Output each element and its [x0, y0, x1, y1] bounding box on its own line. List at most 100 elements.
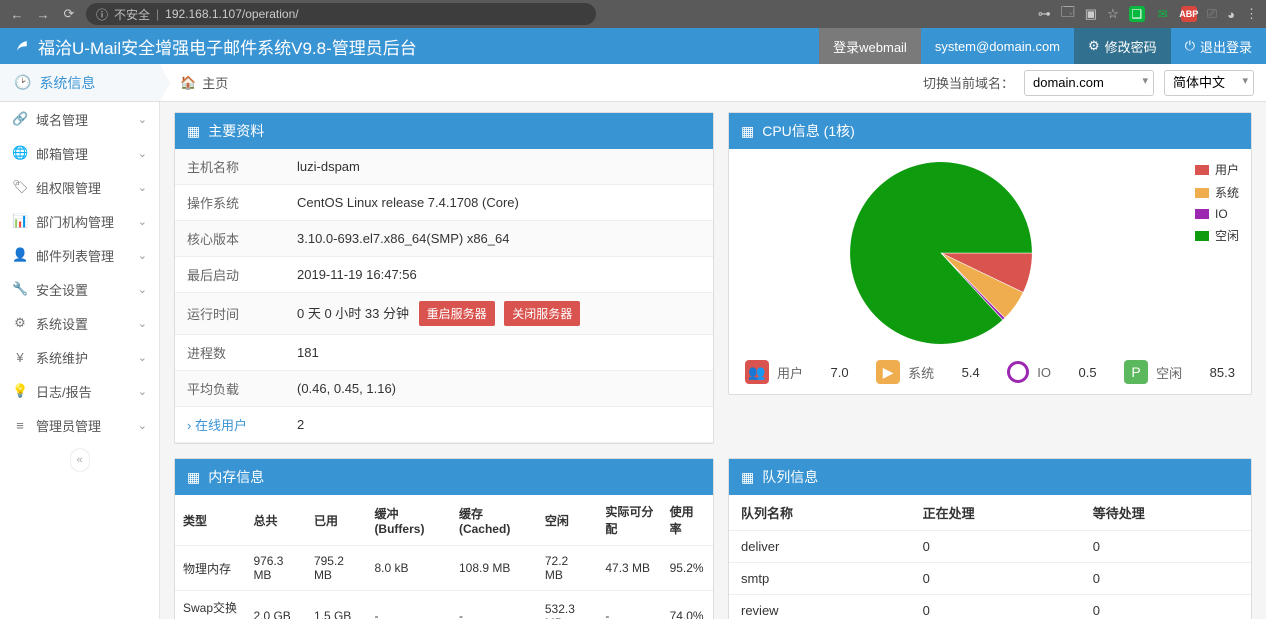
- queue-cell: 0: [1081, 595, 1251, 619]
- cpu-pie-chart: [811, 155, 1071, 350]
- table-row: deliver00: [729, 531, 1251, 563]
- tab-label: 系统信息: [39, 73, 95, 93]
- sidebar-icon: 🌐: [12, 145, 28, 161]
- sidebar-item-5[interactable]: 🔧安全设置⌄: [0, 272, 159, 306]
- sidebar-item-7[interactable]: ¥系统维护⌄: [0, 340, 159, 374]
- login-webmail-button[interactable]: 登录webmail: [819, 28, 921, 64]
- collapse-sidebar-button[interactable]: «: [70, 448, 90, 472]
- chevron-down-icon: ⌄: [138, 283, 147, 296]
- browser-chrome: ← → ⟳ ⓘ 不安全 | 192.168.1.107/operation/ ⊶…: [0, 0, 1266, 28]
- sidebar-item-1[interactable]: 🌐 邮箱管理 ⌄: [0, 136, 159, 170]
- load-value: (0.46, 0.45, 1.16): [285, 371, 713, 407]
- sidebar-item-2[interactable]: 🏷组权限管理⌄: [0, 170, 159, 204]
- mem-cell: 2.0 GB: [245, 591, 306, 619]
- browser-right-icons: ⊶ 🗔 ▣ ☆ ❑ ✉ ABP ⎚ ◕ ⋮: [1038, 3, 1258, 25]
- uptime-label: 运行时间: [175, 293, 285, 335]
- back-icon[interactable]: ←: [8, 7, 26, 22]
- leaf-icon: [14, 35, 32, 58]
- sidebar-item-6[interactable]: ⚙系统设置⌄: [0, 306, 159, 340]
- hostname-label: 主机名称: [175, 149, 285, 185]
- mem-cell: 47.3 MB: [597, 546, 661, 591]
- forward-icon[interactable]: →: [34, 7, 52, 22]
- tab-system-info[interactable]: 🕑 系统信息: [0, 64, 160, 101]
- queue-cell: 0: [911, 595, 1081, 619]
- breadcrumb-home[interactable]: 主页: [202, 73, 228, 92]
- online-users-link[interactable]: 在线用户: [187, 418, 247, 433]
- queue-cell: 0: [911, 563, 1081, 595]
- sidebar-item-label: 系统设置: [36, 314, 88, 333]
- shutdown-server-button[interactable]: 关闭服务器: [504, 301, 580, 326]
- sidebar-icon: 🏷: [12, 179, 28, 195]
- mem-cell: 795.2 MB: [306, 546, 367, 591]
- change-password-button[interactable]: ⚙修改密码: [1074, 28, 1171, 64]
- ext-more-icon[interactable]: ⎚: [1207, 6, 1217, 22]
- mem-header: 已用: [306, 495, 367, 546]
- uptime-value: 0 天 0 小时 33 分钟: [297, 306, 409, 321]
- ext-chat-icon[interactable]: ✉: [1155, 6, 1171, 22]
- menu-dots-icon[interactable]: ⋮: [1245, 6, 1258, 22]
- stat-user-value: 7.0: [831, 365, 849, 380]
- proc-label: 进程数: [175, 335, 285, 371]
- chevron-down-icon: ⌄: [138, 351, 147, 364]
- sidebar-item-9[interactable]: ≡管理员管理⌄: [0, 408, 159, 442]
- swatch-sys: [1195, 188, 1209, 198]
- swatch-io: [1195, 209, 1209, 219]
- star-icon[interactable]: ☆: [1107, 6, 1119, 22]
- kernel-label: 核心版本: [175, 221, 285, 257]
- sub-header: 🕑 系统信息 🏠 主页 切换当前域名： domain.com 简体中文: [0, 64, 1266, 102]
- cpu-legend: 用户 系统 IO 空闲: [1195, 161, 1239, 350]
- domain-select[interactable]: domain.com: [1024, 70, 1154, 96]
- sidebar-item-8[interactable]: 💡日志/报告⌄: [0, 374, 159, 408]
- main-info-panel: ▦主要资料 主机名称luzi-dspam 操作系统CentOS Linux re…: [174, 112, 714, 444]
- idle-icon: P: [1124, 360, 1148, 384]
- stat-io-value: 0.5: [1079, 365, 1097, 380]
- account-button[interactable]: system@domain.com: [921, 28, 1074, 64]
- url-text: 192.168.1.107/operation/: [165, 7, 298, 21]
- chevron-down-icon: ⌄: [138, 419, 147, 432]
- queue-cell: 0: [911, 531, 1081, 563]
- chevron-down-icon: ⌄: [138, 385, 147, 398]
- sidebar-item-label: 域名管理: [36, 110, 88, 129]
- logout-button[interactable]: ⏻退出登录: [1171, 28, 1266, 64]
- sidebar-item-label: 邮件列表管理: [36, 246, 114, 265]
- restart-server-button[interactable]: 重启服务器: [419, 301, 495, 326]
- home-icon[interactable]: 🏠: [180, 75, 196, 91]
- chevron-down-icon: ⌄: [138, 249, 147, 262]
- sidebar-item-label: 部门机构管理: [36, 212, 114, 231]
- sidebar-item-label: 邮箱管理: [36, 144, 88, 163]
- sidebar-item-0[interactable]: 🔗域名管理⌄: [0, 102, 159, 136]
- url-bar[interactable]: ⓘ 不安全 | 192.168.1.107/operation/: [86, 3, 596, 25]
- queue-cell: 0: [1081, 531, 1251, 563]
- avatar-icon[interactable]: ◕: [1227, 7, 1235, 22]
- mem-header: 空闲: [537, 495, 598, 546]
- scan-icon[interactable]: ▣: [1085, 6, 1097, 22]
- queue-panel: ▦队列信息 队列名称正在处理等待处理deliver00smtp00review0…: [728, 458, 1252, 619]
- table-row: Swap交换区2.0 GB1.5 GB--532.3 MB-74.0%: [175, 591, 713, 619]
- sidebar-icon: ¥: [12, 350, 28, 365]
- sidebar-item-label: 管理员管理: [36, 416, 101, 435]
- panel-title: 主要资料: [208, 121, 264, 141]
- translate-icon[interactable]: 🗔: [1061, 3, 1075, 25]
- chevron-down-icon: ⌄: [138, 147, 147, 160]
- mem-cell: -: [366, 591, 451, 619]
- os-label: 操作系统: [175, 185, 285, 221]
- mem-header: 使用率: [662, 495, 713, 546]
- table-icon: ▦: [187, 469, 200, 486]
- reload-icon[interactable]: ⟳: [60, 6, 78, 22]
- legend-sys: 系统: [1215, 184, 1239, 201]
- app-title: 福洽U-Mail安全增强电子邮件系统V9.8-管理员后台: [0, 34, 431, 59]
- ext-abp-icon[interactable]: ABP: [1181, 6, 1197, 22]
- app-header: 福洽U-Mail安全增强电子邮件系统V9.8-管理员后台 登录webmail s…: [0, 28, 1266, 64]
- mem-cell: Swap交换区: [175, 591, 245, 619]
- mem-cell: 532.3 MB: [537, 591, 598, 619]
- system-icon: ▶: [876, 360, 900, 384]
- key-icon[interactable]: ⊶: [1038, 6, 1051, 22]
- sidebar-item-3[interactable]: 📊部门机构管理⌄: [0, 204, 159, 238]
- sidebar-item-4[interactable]: 👤邮件列表管理⌄: [0, 238, 159, 272]
- sidebar-icon: 💡: [12, 383, 28, 399]
- cpu-panel: ▦CPU信息 (1核) 用户 系统 IO 空闲: [728, 112, 1252, 395]
- mem-cell: 74.0%: [662, 591, 713, 619]
- breadcrumb: 🏠 主页: [160, 73, 228, 92]
- ext-wechat-icon[interactable]: ❑: [1129, 6, 1145, 22]
- language-select[interactable]: 简体中文: [1164, 70, 1254, 96]
